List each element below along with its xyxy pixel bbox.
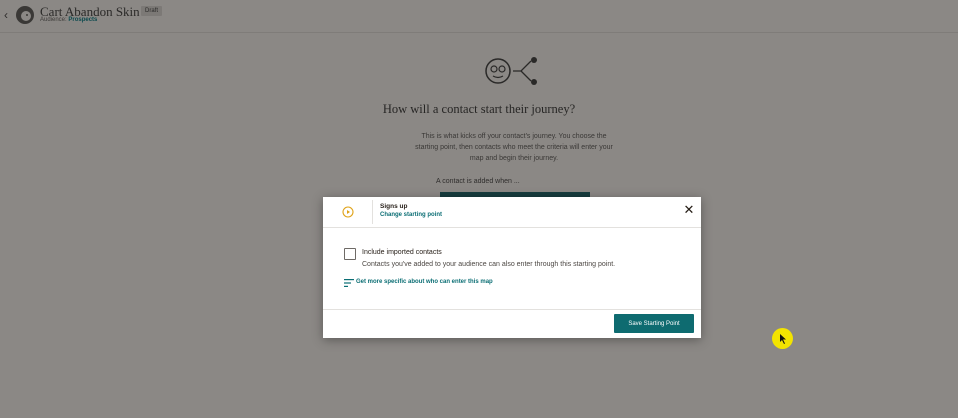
chevron-left-icon[interactable]: ‹	[4, 8, 8, 22]
filter-lines-icon	[344, 279, 354, 287]
audience-link[interactable]: Prospects	[68, 17, 97, 23]
journey-start-icon	[485, 57, 537, 85]
play-circle-icon	[342, 206, 354, 218]
get-more-specific-link[interactable]: Get more specific about who can enter th…	[356, 279, 493, 285]
top-bar: ‹ Cart Abandon Skin 1 Draft Audience: Pr…	[0, 0, 958, 33]
checkbox-label: Include imported contacts	[362, 249, 442, 256]
journey-description: This is what kicks off your contact's jo…	[415, 133, 613, 162]
mailchimp-logo-icon[interactable]	[15, 5, 35, 25]
journey-heading: How will a contact start their journey?	[382, 102, 576, 116]
save-starting-point-button[interactable]: Save Starting Point	[614, 314, 694, 333]
modal-title: Signs up	[380, 203, 408, 210]
header-divider	[372, 200, 373, 224]
include-imported-checkbox[interactable]	[344, 248, 356, 260]
change-starting-point-link[interactable]: Change starting point	[380, 212, 442, 218]
status-badge: Draft	[141, 6, 163, 16]
modal-header: Signs up Change starting point ✕	[323, 197, 701, 228]
mouse-cursor-icon	[780, 334, 786, 344]
audience-label: Audience:	[40, 17, 67, 23]
audience-info: Audience: Prospects	[40, 17, 97, 23]
close-icon[interactable]: ✕	[682, 203, 696, 217]
starting-point-modal: Signs up Change starting point ✕ Include…	[323, 197, 701, 338]
contact-added-label: A contact is added when ...	[436, 178, 520, 185]
checkbox-help-text: Contacts you've added to your audience c…	[362, 261, 616, 268]
